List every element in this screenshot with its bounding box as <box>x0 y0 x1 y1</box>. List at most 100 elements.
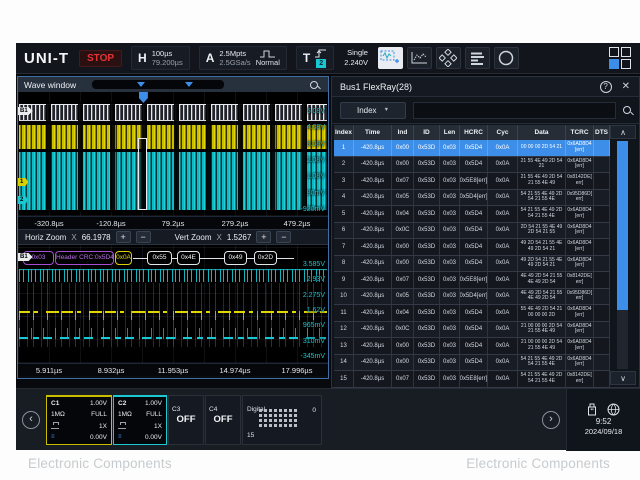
filter-column-select[interactable]: Index ▼ <box>340 101 406 119</box>
horiz-zoom-out-button[interactable]: − <box>135 231 151 243</box>
table-cell-time: -420.8µs <box>354 338 392 354</box>
axis-label: 479.2µs <box>283 218 311 228</box>
digital-channel-dot <box>274 423 277 427</box>
horiz-zoom-in-button[interactable]: + <box>115 231 131 243</box>
digital-channel-dot <box>284 423 287 427</box>
table-row[interactable]: 8 -420.8µs 0x00 0x53D 0x03 0x5D4 0x0A 49 2D 54 … <box>334 255 610 272</box>
scrollbar-track[interactable] <box>617 141 628 369</box>
zoom-wave-time-axis: 5.911µs 8.932µs 11.953µs 14.974µs 17.996µs <box>18 363 328 376</box>
measure-tool-button[interactable] <box>406 47 432 69</box>
scroll-down-button[interactable]: ∨ <box>610 371 636 385</box>
trigger-settings-button[interactable]: T 2 <box>295 46 335 70</box>
horiz-zoom-value: 66.1978 <box>81 232 111 242</box>
close-icon[interactable]: ✕ <box>622 81 630 92</box>
table-cell-ind: 0x05 <box>392 288 414 304</box>
table-row[interactable]: 11 -420.8µs 0x04 0x53D 0x03 0x5D4 0x0A 55 4E 49… <box>334 305 610 322</box>
scroll-up-button[interactable]: ∧ <box>610 125 636 139</box>
table-cell-index: 13 <box>334 338 354 354</box>
table-cell-hcrc: 0x5D4 <box>460 305 488 321</box>
horiz-zoom-mult: X <box>71 232 77 242</box>
frame-marker-icon[interactable] <box>184 82 193 87</box>
table-row[interactable]: 3 -420.8µs 0x07 0x53D 0x03 0x5E8[err] 0x0A 21 5… <box>334 173 610 190</box>
system-status-tile[interactable]: 9:52 2024/09/18 <box>566 388 640 451</box>
help-icon[interactable]: ? <box>599 80 612 93</box>
table-cell-tcrc: 0x6AD8D4[err] <box>566 140 594 156</box>
acquire-settings-button[interactable]: A 2.5Mpts 2.5GSa/s Normal <box>198 46 287 70</box>
frame-marker-icon[interactable] <box>137 82 145 87</box>
table-row[interactable]: 13 -420.8µs 0x00 0x53D 0x03 0x5D4 0x0A 21 00 00… <box>334 338 610 355</box>
top-toolbar: UNI-T STOP H 100µs 79.200µs A 2.5Mpts 2.… <box>16 43 640 74</box>
table-cell-index: 15 <box>334 371 354 387</box>
table-row[interactable]: 5 -420.8µs 0x04 0x53D 0x03 0x5D4 0x0A 54 21 55 … <box>334 206 610 223</box>
search-icon[interactable] <box>310 80 318 89</box>
list-icon <box>471 52 485 65</box>
table-row[interactable]: 1 -420.8µs 0x00 0x53D 0x03 0x5D4 0x0A 00 00 00 … <box>334 140 610 157</box>
table-cell-tcrc: 0x6AD8D4[err] <box>566 338 594 354</box>
digital-channel-dot <box>289 408 292 412</box>
channel1-tile[interactable]: C1 1.00V 1MΩ FULL 1X ≡ 0.00V <box>46 394 112 445</box>
digital-channel-dot <box>294 413 297 417</box>
table-cell-ind: 0x00 <box>392 255 414 271</box>
axis-label: 79.2µs <box>161 218 185 228</box>
channel4-tile[interactable]: C4 OFF <box>205 394 241 445</box>
wave-zoom-tool-button[interactable] <box>377 47 403 69</box>
table-cell-data: 21 00 00 00 2D 54 21 55 4E 49 <box>518 321 566 337</box>
display-layout-button[interactable] <box>609 47 631 69</box>
axis-label: 310mV <box>302 337 325 345</box>
table-row[interactable]: 7 -420.8µs 0x00 0x53D 0x03 0x5D4 0x0A 49 2D 54 … <box>334 239 610 256</box>
search-input[interactable] <box>413 101 616 119</box>
xy-display-button[interactable] <box>435 47 461 69</box>
c4-state: OFF <box>213 413 233 425</box>
horizontal-delay-value: 79.200µs <box>151 58 183 67</box>
run-stop-button[interactable]: STOP <box>79 49 123 67</box>
frame-navigator-strip[interactable] <box>92 80 225 89</box>
digital-channels-tile[interactable]: Digital 0 15 <box>242 394 322 445</box>
table-cell-cyc: 0x0A <box>488 371 518 387</box>
table-row[interactable]: 12 -420.8µs 0x0C 0x53D 0x03 0x5D4 0x0A 21 00 00… <box>334 321 610 338</box>
full-waveform-view[interactable]: B1 1 2 5.08V 4.08V 3.08V 2.08V 1.08V 80mV -920… <box>18 92 328 216</box>
table-row[interactable]: 10 -420.8µs 0x05 0x53D 0x03 0x5D4[err] 0x0A 4E … <box>334 288 610 305</box>
horizontal-settings-button[interactable]: H 100µs 79.200µs <box>131 46 190 70</box>
scrollbar-thumb[interactable] <box>617 141 628 310</box>
page-background: Electronic Components Electronic Compone… <box>0 0 640 480</box>
c2-scale: 1.00V <box>145 399 162 407</box>
table-cell-time: -420.8µs <box>354 140 392 156</box>
vert-zoom-in-button[interactable]: + <box>256 231 272 243</box>
table-cell-id: 0x53D <box>414 371 440 387</box>
expand-right-button[interactable]: › <box>542 410 560 429</box>
table-row[interactable]: 9 -420.8µs 0x07 0x53D 0x03 0x5E8[err] 0x0A 4E 4… <box>334 272 610 289</box>
chevron-down-icon: ▼ <box>383 107 390 113</box>
table-cell-index: 5 <box>334 206 354 222</box>
table-cell-ind: 0x04 <box>392 206 414 222</box>
digital-channel-dot <box>289 413 292 417</box>
table-cell-tcrc: 0x6AD8D4[err] <box>566 255 594 271</box>
table-cell-len: 0x03 <box>440 222 460 238</box>
column-header: Time <box>354 125 392 140</box>
zoom-region-indicator[interactable] <box>137 138 147 210</box>
table-row[interactable]: 6 -420.8µs 0x0C 0x53D 0x03 0x5D4 0x0A 2D 54 21 … <box>334 222 610 239</box>
table-row[interactable]: 4 -420.8µs 0x05 0x53D 0x03 0x5D4[err] 0x0A 54 2… <box>334 189 610 206</box>
events-list-button[interactable] <box>464 47 490 69</box>
measure-icon <box>411 52 428 64</box>
table-cell-cyc: 0x0A <box>488 222 518 238</box>
axis-label: -120.8µs <box>96 218 126 228</box>
table-cell-cyc: 0x0A <box>488 288 518 304</box>
channel2-tile[interactable]: C2 1.00V 1MΩ FULL 1X ≡ 0.00V <box>113 394 167 445</box>
table-row[interactable]: 14 -420.8µs 0x00 0x53D 0x03 0x5D4 0x0A 54 21 55… <box>334 354 610 371</box>
collapse-left-button[interactable]: ‹ <box>22 410 40 429</box>
table-row[interactable]: 2 -420.8µs 0x00 0x53D 0x03 0x5D4 0x0A 21 55 4E … <box>334 156 610 173</box>
digital-first-channel: 0 <box>312 406 316 414</box>
table-cell-tcrc: 0x6AD8D4[err] <box>566 354 594 370</box>
search-icon[interactable] <box>623 106 631 114</box>
axis-label: 11.953µs <box>157 365 189 375</box>
table-row[interactable]: 15 -420.8µs 0x07 0x53D 0x03 0x5E8[err] 0x0A 54 … <box>334 371 610 388</box>
circle-tool-button[interactable] <box>493 47 519 69</box>
timebase-value: 100µs <box>151 49 173 58</box>
table-cell-hcrc: 0x5D4 <box>460 156 488 172</box>
table-cell-index: 6 <box>334 222 354 238</box>
digital-channel-dot <box>294 423 297 427</box>
zoom-waveform-view[interactable]: 0x03 Header CRC:0x5D4 0x0A 0x55 0x4E 0x49 0x2D… <box>18 245 328 363</box>
table-cell-data: 21 55 4E 49 2D 54 21 55 4E 49 <box>518 173 566 189</box>
vert-zoom-out-button[interactable]: − <box>276 231 292 243</box>
channel3-tile[interactable]: C3 OFF <box>168 394 204 445</box>
